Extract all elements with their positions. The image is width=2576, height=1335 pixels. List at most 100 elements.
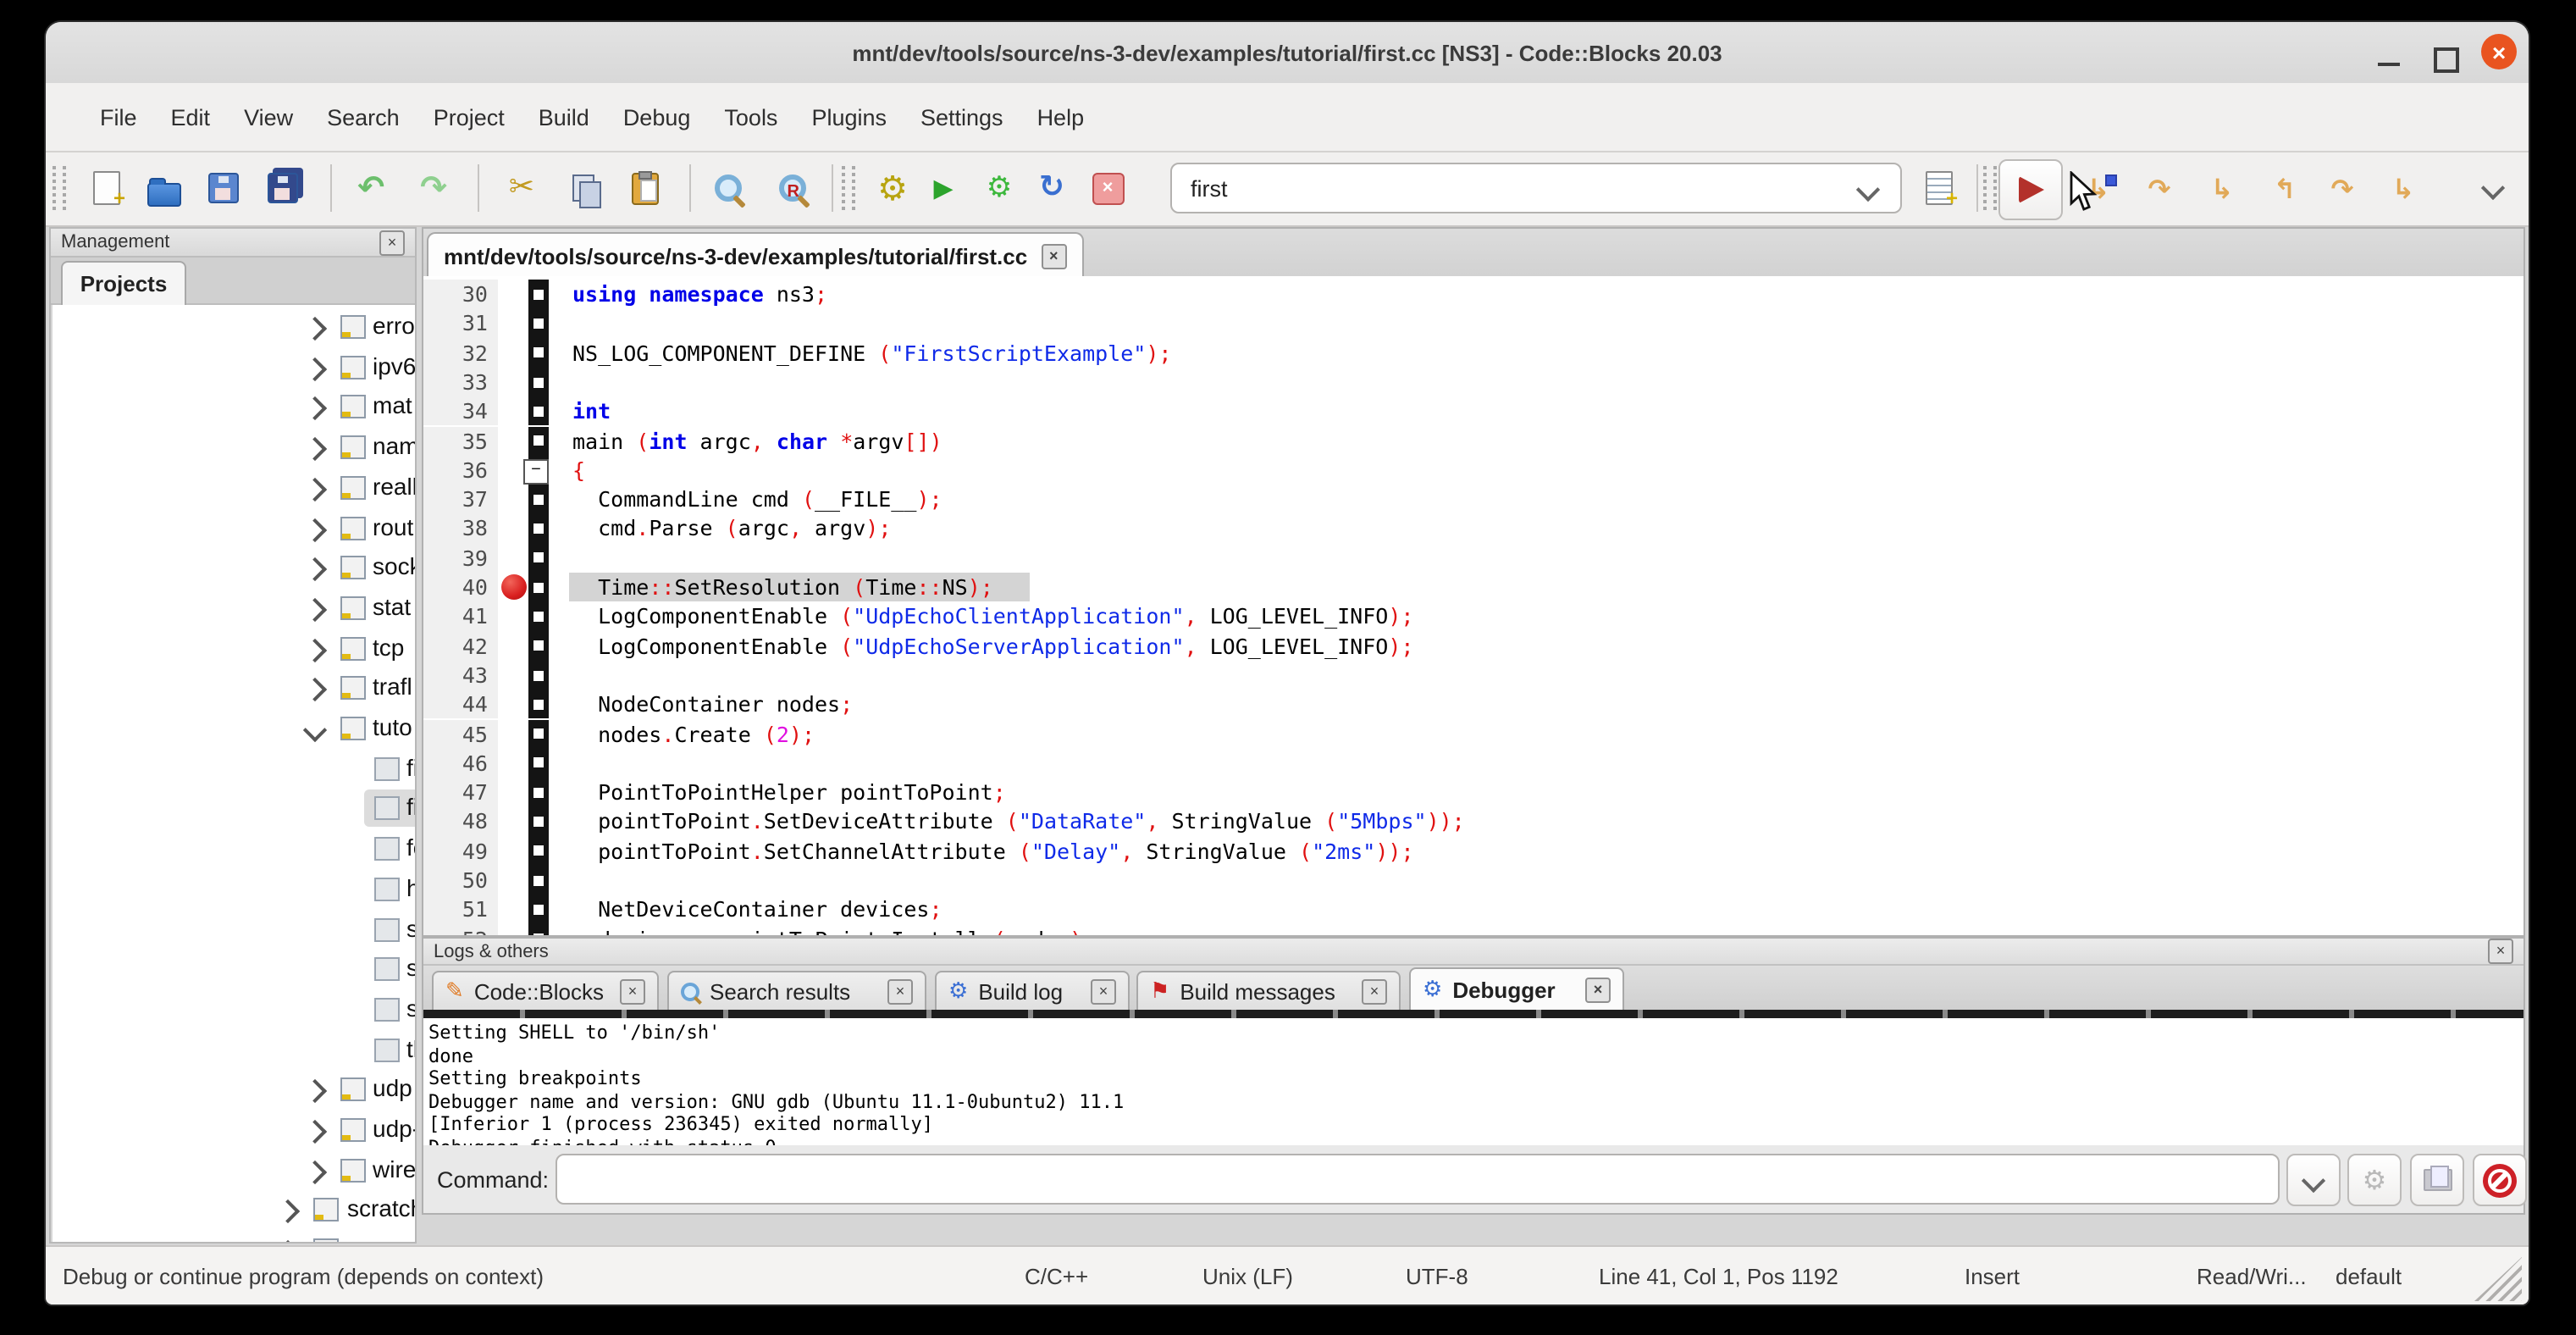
- chevron-right-icon[interactable]: [303, 638, 327, 662]
- chevron-right-icon[interactable]: [303, 437, 327, 461]
- chevron-right-icon[interactable]: [303, 357, 327, 380]
- fold-margin[interactable]: [528, 280, 549, 309]
- management-close-icon[interactable]: ×: [379, 230, 405, 255]
- breakpoint-margin[interactable]: [508, 280, 528, 309]
- tree-item-fo[interactable]: fo: [53, 828, 415, 869]
- menu-item-edit[interactable]: Edit: [154, 97, 228, 136]
- code-line-40[interactable]: 40 Time::SetResolution (Time::NS);: [423, 573, 2523, 602]
- chevron-right-icon[interactable]: [303, 1160, 327, 1183]
- menu-item-debug[interactable]: Debug: [606, 97, 708, 136]
- cut-button[interactable]: ✂: [500, 166, 544, 210]
- code-line-31[interactable]: 31: [423, 309, 2523, 339]
- tree-item-fir[interactable]: fir: [53, 789, 415, 829]
- breakpoint-margin[interactable]: [508, 543, 528, 573]
- fold-margin[interactable]: [528, 836, 549, 866]
- breakpoint-margin[interactable]: [508, 749, 528, 778]
- log-tab-search-results[interactable]: Search results×: [667, 971, 926, 1010]
- chevron-down-icon[interactable]: [303, 718, 327, 742]
- menu-item-view[interactable]: View: [227, 97, 310, 136]
- code-line-35[interactable]: 35main (int argc, char *argv[]): [423, 426, 2523, 456]
- menu-item-build[interactable]: Build: [522, 97, 606, 136]
- fold-margin[interactable]: [528, 426, 549, 456]
- code-line-48[interactable]: 48 pointToPoint.SetDeviceAttribute ("Dat…: [423, 807, 2523, 837]
- incremental-search-combo[interactable]: first: [1170, 163, 1902, 213]
- new-file-button[interactable]: +: [85, 166, 129, 210]
- code-line-49[interactable]: 49 pointToPoint.SetChannelAttribute ("De…: [423, 836, 2523, 866]
- breakpoint-margin[interactable]: [508, 309, 528, 339]
- chevron-right-icon[interactable]: [276, 1200, 300, 1224]
- chevron-right-icon[interactable]: [303, 317, 327, 341]
- code-line-43[interactable]: 43: [423, 661, 2523, 690]
- code-line-45[interactable]: 45 nodes.Create (2);: [423, 719, 2523, 749]
- chevron-right-icon[interactable]: [276, 1240, 300, 1242]
- fold-margin[interactable]: [528, 368, 549, 397]
- resize-grip[interactable]: [2474, 1257, 2522, 1301]
- paste-button[interactable]: [623, 166, 667, 210]
- fold-margin[interactable]: [528, 543, 549, 573]
- toolbar-drag-handle[interactable]: [842, 166, 855, 210]
- code-line-47[interactable]: 47 PointToPointHelper pointToPoint;: [423, 778, 2523, 807]
- log-tab-close-icon[interactable]: ×: [1585, 977, 1611, 1002]
- code-line-46[interactable]: 46: [423, 749, 2523, 778]
- tree-item-mat[interactable]: mat: [53, 387, 415, 428]
- stop-debugger-button[interactable]: [2473, 1154, 2527, 1206]
- breakpoint-icon[interactable]: [501, 574, 527, 600]
- breakpoint-margin[interactable]: [508, 661, 528, 690]
- tree-item-rout[interactable]: rout: [53, 507, 415, 548]
- fold-margin[interactable]: [528, 514, 549, 544]
- chevron-right-icon[interactable]: [303, 598, 327, 622]
- run-button[interactable]: ▶: [921, 166, 965, 210]
- code-editor[interactable]: 30using namespace ns3;3132NS_LOG_COMPONE…: [423, 276, 2523, 935]
- breakpoint-margin[interactable]: [508, 631, 528, 661]
- log-tab-close-icon[interactable]: ×: [620, 978, 645, 1004]
- fold-margin[interactable]: [528, 602, 549, 632]
- tree-item-reall[interactable]: reall: [53, 468, 415, 508]
- tree-item-sock[interactable]: sock: [53, 547, 415, 588]
- tree-item-wire[interactable]: wire: [53, 1149, 415, 1190]
- logs-close-icon[interactable]: ×: [2488, 939, 2513, 964]
- tree-item-ipv6[interactable]: ipv6: [53, 346, 415, 387]
- log-tab-build-log[interactable]: ⚙Build log×: [935, 971, 1130, 1010]
- next-instruction-button[interactable]: ↷: [2320, 166, 2364, 210]
- tree-item-six[interactable]: six: [53, 989, 415, 1030]
- open-file-button[interactable]: [142, 166, 186, 210]
- fold-margin[interactable]: [528, 895, 549, 925]
- next-line-button[interactable]: ↷: [2137, 166, 2181, 210]
- fold-margin[interactable]: [528, 778, 549, 807]
- breakpoint-margin[interactable]: [508, 426, 528, 456]
- chevron-right-icon[interactable]: [303, 557, 327, 581]
- log-tab-debugger[interactable]: ⚙Debugger×: [1409, 967, 1624, 1010]
- breakpoint-margin[interactable]: [508, 396, 528, 426]
- editor-tab-first-cc[interactable]: mnt/dev/tools/source/ns-3-dev/examples/t…: [427, 232, 1083, 278]
- tree-item-erro[interactable]: erro: [53, 307, 415, 347]
- fold-margin[interactable]: [528, 661, 549, 690]
- tree-item-tuto[interactable]: tuto: [53, 708, 415, 749]
- tree-item-fif[interactable]: fif: [53, 748, 415, 789]
- logs-scrollbar[interactable]: [423, 1010, 2523, 1018]
- code-line-38[interactable]: 38 cmd.Parse (argc, argv);: [423, 514, 2523, 544]
- tab-projects[interactable]: Projects: [61, 261, 186, 305]
- command-input[interactable]: [556, 1154, 2280, 1205]
- tree-item-scratch[interactable]: scratch: [53, 1190, 415, 1231]
- chevron-right-icon[interactable]: [303, 1079, 327, 1103]
- fold-margin[interactable]: [528, 719, 549, 749]
- log-tab-close-icon[interactable]: ×: [887, 978, 913, 1004]
- fold-margin[interactable]: [528, 807, 549, 837]
- toolbar-overflow-button[interactable]: [2471, 166, 2515, 210]
- menu-item-project[interactable]: Project: [417, 97, 522, 136]
- build-and-run-button[interactable]: ⚙: [977, 166, 1021, 210]
- rebuild-button[interactable]: ↻: [1030, 166, 1074, 210]
- redo-button[interactable]: ↷: [412, 166, 456, 210]
- fold-collapse-icon[interactable]: −: [523, 459, 549, 485]
- breakpoint-margin[interactable]: [508, 514, 528, 544]
- maximize-button[interactable]: [2434, 47, 2459, 73]
- fold-margin[interactable]: [528, 866, 549, 895]
- replace-button[interactable]: R: [771, 166, 815, 210]
- log-tab-build-messages[interactable]: ⚑Build messages×: [1136, 971, 1401, 1010]
- debugger-settings-button[interactable]: ⚙: [2347, 1154, 2402, 1206]
- tree-item-udp-[interactable]: udp-: [53, 1110, 415, 1150]
- tree-item-nam[interactable]: nam: [53, 427, 415, 468]
- code-line-36[interactable]: 36−{: [423, 456, 2523, 485]
- menu-item-help[interactable]: Help: [1020, 97, 1102, 136]
- debug-continue-button[interactable]: [1998, 159, 2063, 220]
